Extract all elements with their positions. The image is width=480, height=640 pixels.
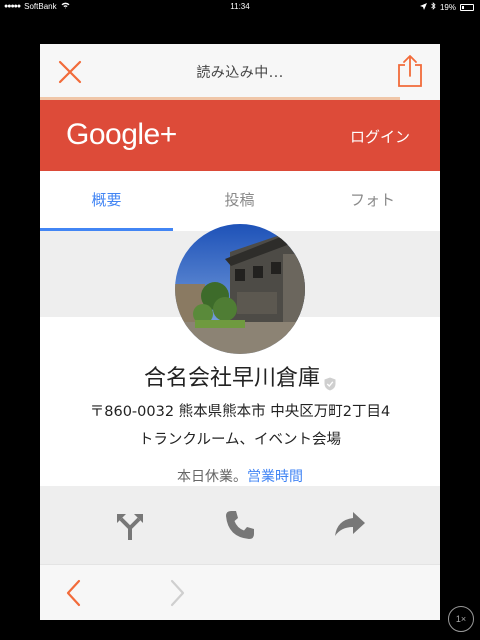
action-bar [40,486,440,564]
chevron-left-icon [66,579,81,607]
place-name-text: 合名会社早川倉庫 [143,366,320,391]
share-place-button[interactable] [333,508,367,542]
tab-overview[interactable]: 概要 [40,171,173,231]
tab-posts[interactable]: 投稿 [173,171,306,231]
phone-icon [226,511,254,539]
back-button[interactable] [60,577,90,609]
google-plus-header: Google+ ログイン [40,100,440,171]
opening-hours: 本日休業。営業時間 [40,466,440,486]
call-button[interactable] [223,508,257,542]
battery-percent: 19% [439,2,456,12]
profile-tabs: 概要 投稿 フォト [40,171,440,231]
loading-title: 読み込み中... [196,65,284,81]
status-bar: ●●●●● SoftBank 11:34 19% [0,0,480,14]
directions-button[interactable] [113,508,147,542]
share-icon [398,55,422,87]
hours-link[interactable]: 営業時間 [247,469,303,485]
login-link[interactable]: ログイン [350,126,410,147]
browser-nav-bar [40,564,440,620]
share-arrow-icon [335,512,365,536]
zoom-toggle-button[interactable]: 1× [448,606,474,632]
directions-icon [117,514,143,540]
location-icon [419,2,427,12]
share-button[interactable] [396,54,424,88]
battery-icon [460,3,474,11]
hours-status: 本日休業。 [177,469,247,485]
place-category: トランクルーム、イベント会場 [138,432,342,448]
forward-button[interactable] [162,577,192,609]
google-plus-logo[interactable]: Google+ [66,118,177,152]
place-address: 〒860-0032 熊本県熊本市 中央区万町2丁目4 [89,404,391,420]
status-time: 11:34 [230,2,250,11]
webview-toolbar: 読み込み中... [40,44,440,100]
chevron-right-icon [170,579,185,607]
tab-photos[interactable]: フォト [306,171,439,231]
place-name: 合名会社早川倉庫 [40,360,440,392]
verified-shield-icon [324,372,336,391]
webview-modal: 読み込み中... Google+ ログイン 概要 投稿 フォト 合名会社早川倉庫… [40,44,440,620]
bluetooth-icon [431,2,436,12]
warehouse-photo-image [175,224,305,354]
profile-photo[interactable] [175,224,305,354]
